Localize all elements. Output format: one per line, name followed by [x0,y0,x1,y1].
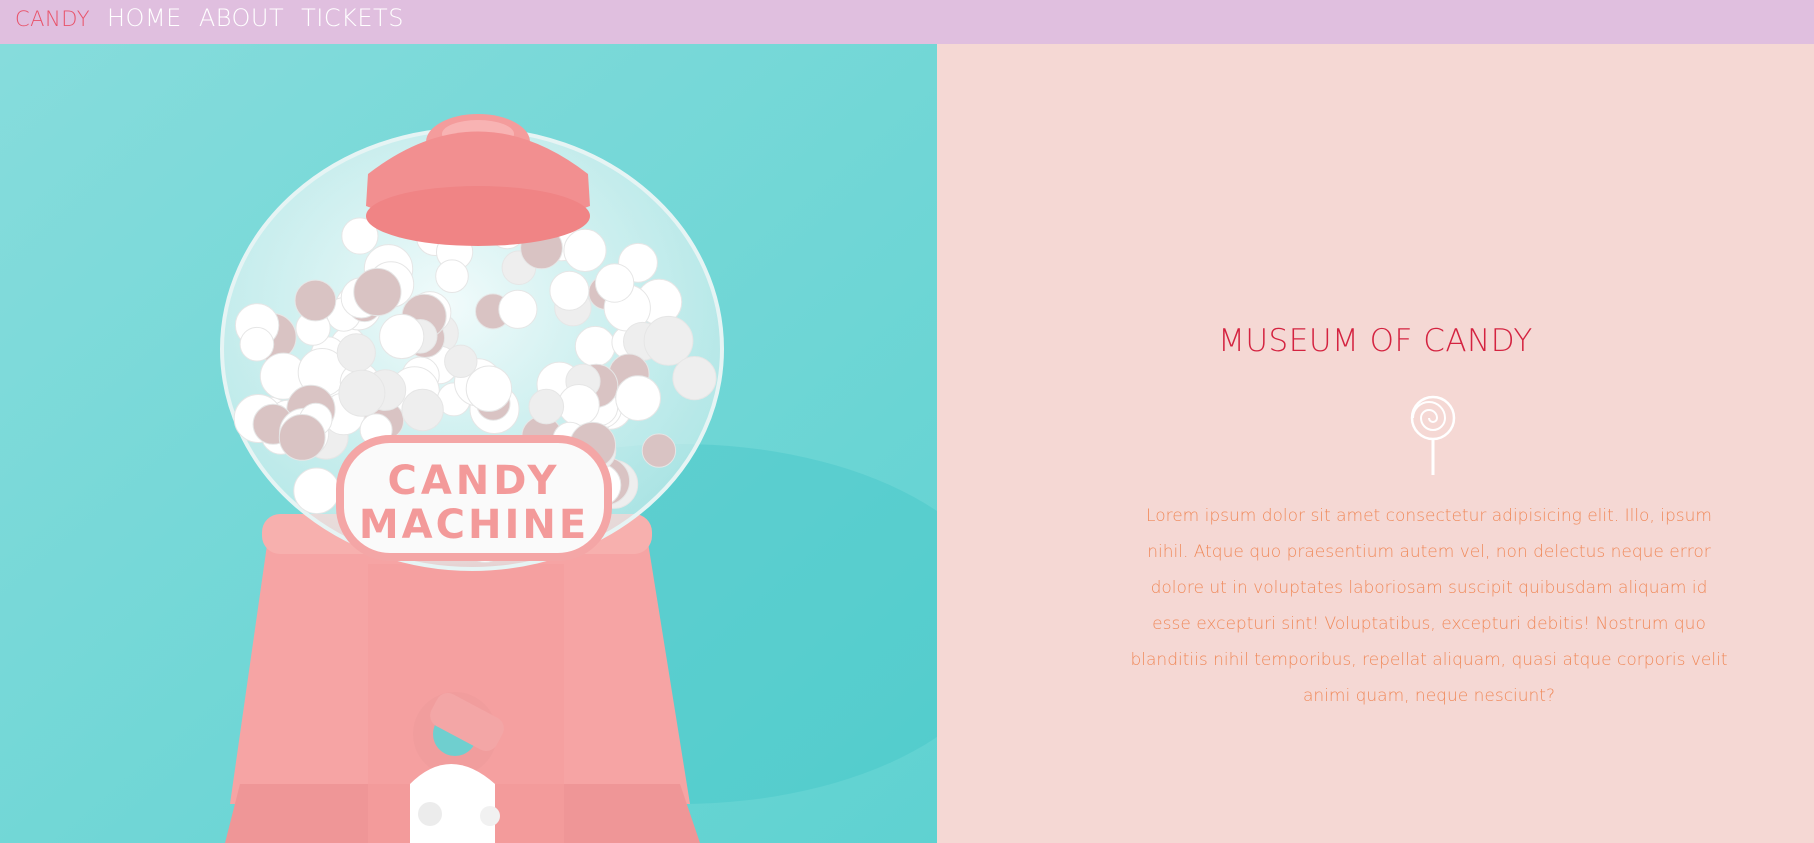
page-title: MUSEUM OF CANDY [1218,323,1533,359]
candy-ball [498,289,538,329]
candy-ball [594,263,635,303]
candy-ball [239,326,275,362]
candy-ball [574,325,616,367]
candy-ball [353,267,402,317]
brand-logo-link[interactable]: CANDY [15,7,90,31]
nav-links: HOME ABOUT TICKETS [107,4,421,32]
top-navbar: CANDY HOME ABOUT TICKETS [0,0,1814,44]
candy-ball [643,315,694,366]
candy-ball [293,467,340,515]
candy-ball [557,384,600,426]
lollipop-icon [1410,395,1456,475]
candy-label-text-line1: CANDY [387,458,560,504]
candy-ball [379,313,425,360]
candy-ball [528,388,565,425]
candy-ball [672,356,717,401]
candy-ball [336,333,376,373]
candy-ball [615,375,661,422]
candy-ball [435,259,469,293]
description-paragraph: Lorem ipsum dolor sit amet consectetur a… [1130,506,1728,706]
content-panel: MUSEUM OF CANDY Lorem ipsum dolor sit am… [937,44,1814,843]
hero-image-candy-machine: CANDY MACHINE [0,44,937,843]
candy-label-text-line2: MACHINE [359,502,589,548]
candy-ball [465,365,513,412]
candy-ball [338,369,386,417]
nav-link-home[interactable]: HOME [107,4,182,32]
candy-ball [563,228,607,272]
candy-machine-illustration: CANDY MACHINE [0,44,937,843]
candy-ball [549,270,590,311]
candy-ball [641,433,677,468]
candy-ball [444,344,478,378]
candy-ball [401,388,444,432]
nav-link-tickets[interactable]: TICKETS [301,4,404,32]
candy-ball [278,414,326,461]
candy-ball [294,279,337,322]
nav-link-about[interactable]: ABOUT [199,4,284,32]
